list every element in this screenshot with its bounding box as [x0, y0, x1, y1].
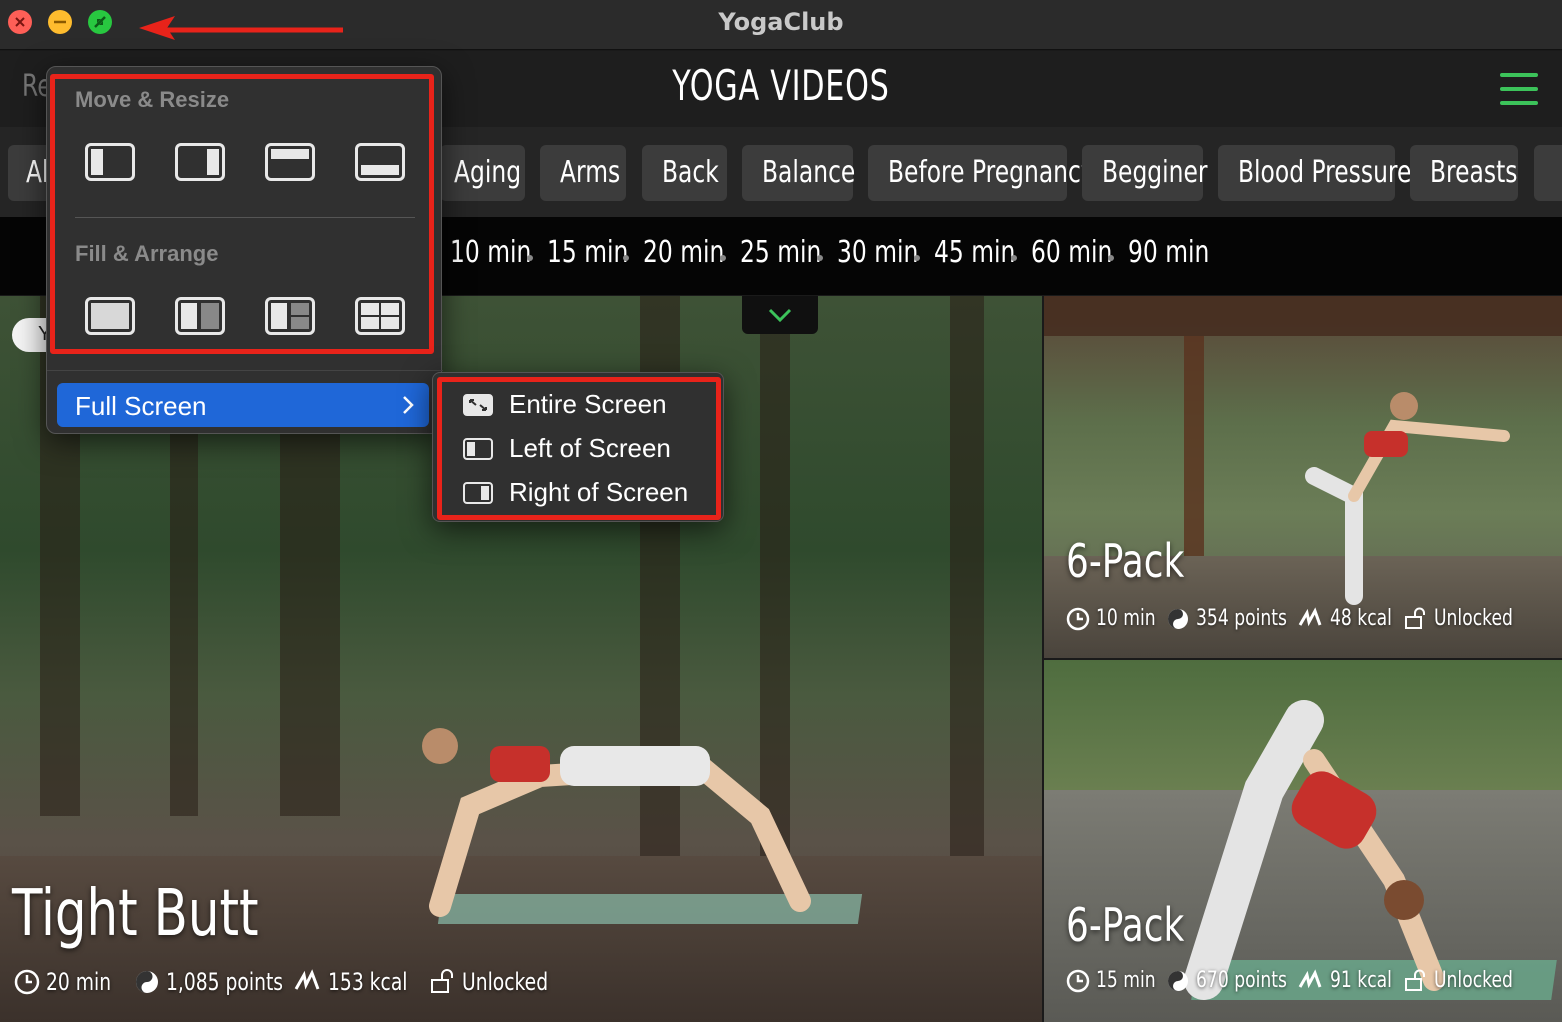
category-chip-balance[interactable]: Balance — [742, 145, 855, 201]
yoga-figure-image — [422, 728, 811, 917]
flame-icon — [1298, 968, 1322, 988]
yoga-figure-image — [1305, 392, 1510, 605]
clock-icon — [1066, 607, 1090, 630]
category-chip-aging[interactable]: Aging — [440, 145, 525, 201]
video-title: 6-Pack — [1066, 898, 1185, 952]
duration-90[interactable]: 90 min — [1128, 235, 1232, 270]
duration-15[interactable]: 15 min — [547, 235, 651, 270]
unlock-icon — [431, 969, 453, 993]
unlock-icon — [1405, 969, 1425, 991]
annotation-highlight-box — [437, 377, 721, 520]
yin-yang-icon — [136, 971, 158, 993]
category-chip-before-pregnancy[interactable]: Before Pregnancy — [868, 145, 1095, 201]
video-card-side-2[interactable]: 6-Pack 15 min 670 points 91 kcal Unlocke… — [1044, 660, 1562, 1022]
video-title: 6-Pack — [1066, 534, 1185, 588]
category-chip-breasts[interactable]: Breasts — [1410, 145, 1518, 201]
expand-toggle[interactable] — [742, 296, 818, 334]
annotation-arrow-icon — [139, 16, 343, 40]
duration-25[interactable]: 25 min — [740, 235, 844, 270]
video-card-side-1[interactable]: 6-Pack 10 min 354 points 48 kcal Unlocke… — [1044, 296, 1562, 658]
category-chip-partial[interactable] — [1534, 145, 1562, 201]
duration-10[interactable]: 10 min — [450, 235, 554, 270]
category-chip-blood-pressure[interactable]: Blood Pressure — [1218, 145, 1411, 201]
annotation-highlight-box — [50, 74, 434, 354]
unlock-icon — [1405, 607, 1425, 629]
duration-20[interactable]: 20 min — [643, 235, 747, 270]
yoga-figure-image — [1184, 700, 1445, 1000]
category-chip-arms[interactable]: Arms — [540, 145, 626, 201]
video-title: Tight Butt — [12, 877, 259, 951]
hamburger-icon[interactable] — [1500, 73, 1538, 105]
category-chip-begginer[interactable]: Begginer — [1082, 145, 1208, 201]
chevron-down-icon — [768, 308, 792, 323]
chevron-right-icon — [403, 396, 414, 414]
yin-yang-icon — [1168, 970, 1188, 991]
clock-icon — [14, 969, 40, 995]
category-chip-back[interactable]: Back — [642, 145, 727, 201]
video-stats: 10 min 354 points 48 kcal Unlocked — [1066, 606, 1543, 631]
video-stats: 20 min 1,085 points 153 kcal Unlocked — [14, 968, 580, 996]
video-stats: 15 min 670 points 91 kcal Unlocked — [1066, 968, 1543, 993]
yin-yang-icon — [1168, 608, 1188, 629]
duration-60[interactable]: 60 min — [1031, 235, 1135, 270]
title-bar: YogaClub — [0, 0, 1562, 50]
duration-45[interactable]: 45 min — [934, 235, 1038, 270]
full-screen-menu-item[interactable]: Full Screen — [57, 383, 429, 427]
duration-30[interactable]: 30 min — [837, 235, 941, 270]
flame-icon — [294, 969, 320, 990]
clock-icon — [1066, 969, 1090, 992]
flame-icon — [1298, 606, 1322, 626]
